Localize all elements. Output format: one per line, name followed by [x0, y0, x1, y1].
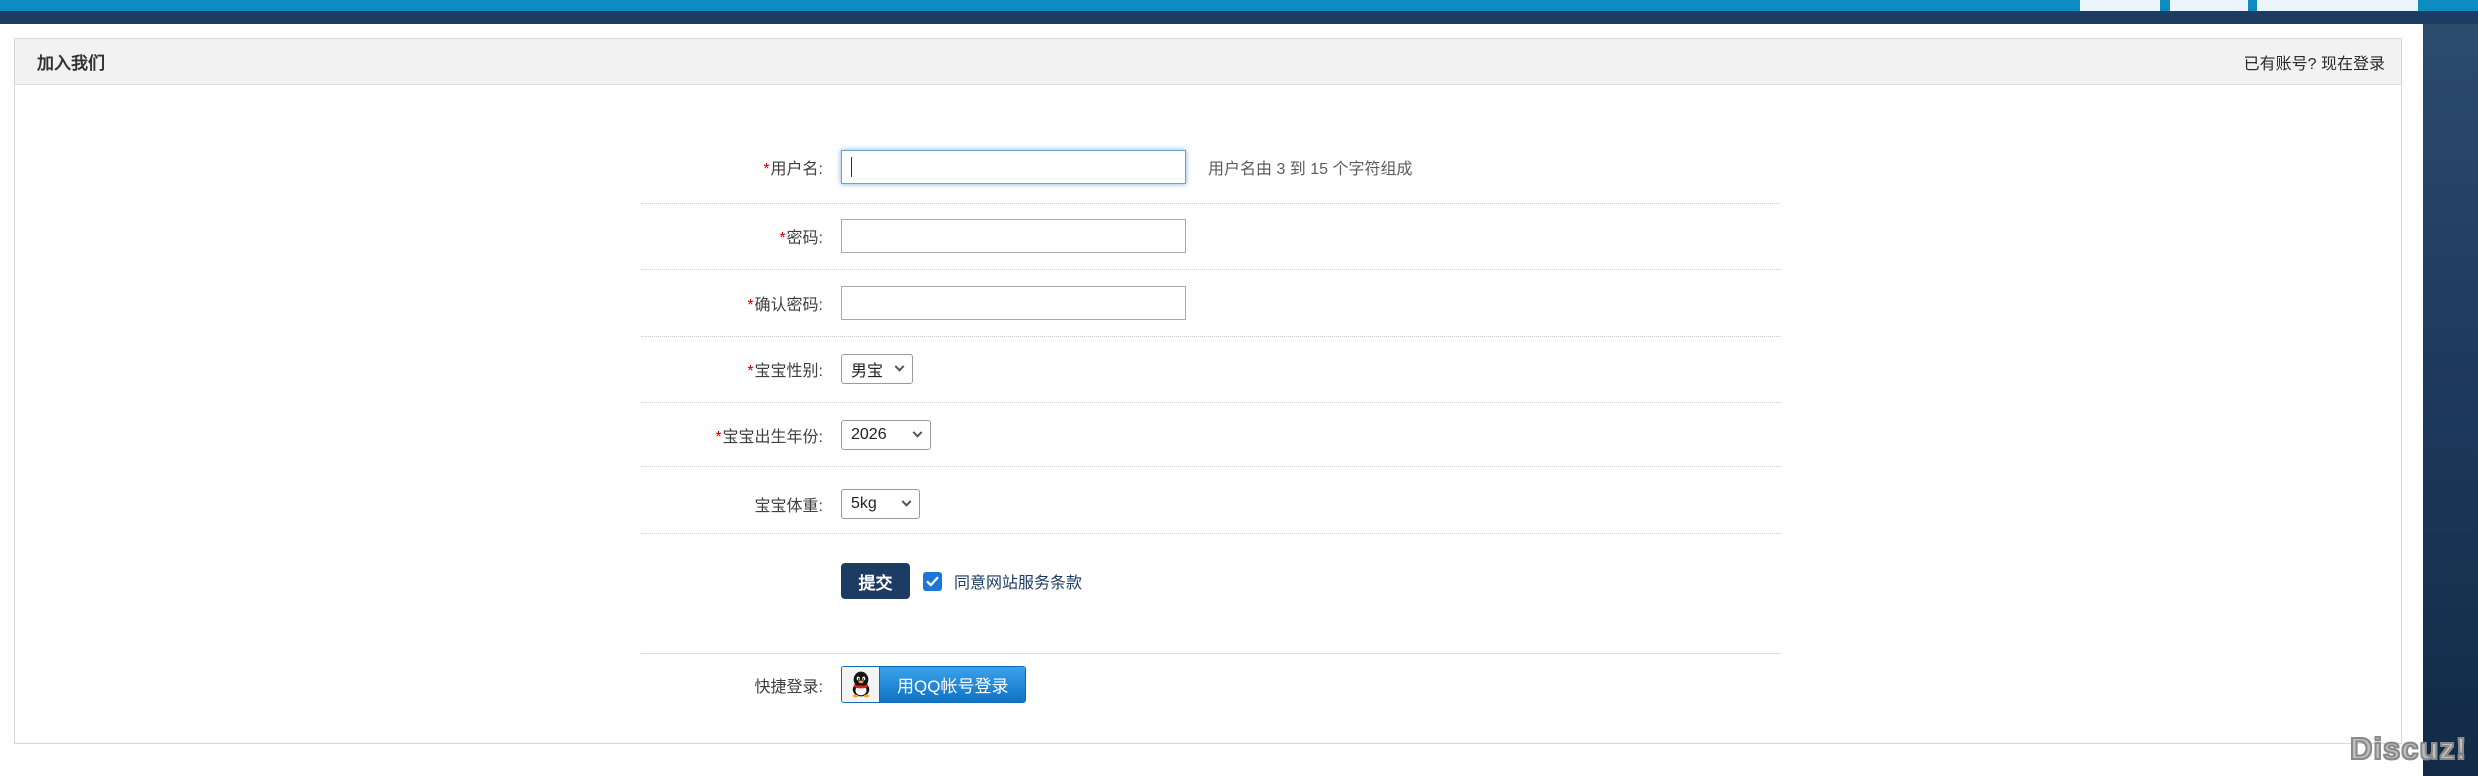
submit-button[interactable]: 提交 [841, 563, 910, 599]
page-title: 加入我们 [37, 54, 105, 73]
page-background-strip [2423, 24, 2478, 776]
login-now-link[interactable]: 现在登录 [2321, 50, 2385, 74]
required-mark: * [715, 429, 722, 446]
chevron-down-icon [901, 496, 912, 507]
quick-login-row: 快捷登录: 用QQ帐号登录 [641, 654, 1781, 703]
have-account-text: 已有账号? [2243, 56, 2321, 73]
text-caret [851, 157, 852, 177]
agree-checkbox[interactable] [923, 571, 942, 591]
required-mark: * [747, 363, 754, 380]
agree-terms-label[interactable]: 同意网站服务条款 [954, 569, 1082, 593]
baby-birth-year-select[interactable]: 2026 [841, 420, 931, 450]
nav-tab-1[interactable] [2080, 0, 2160, 11]
nav-tab-3[interactable] [2257, 0, 2418, 11]
registration-page: 加入我们 已有账号? 现在登录 *用户名: 用户名由 3 到 15 个字符组成 … [0, 0, 2478, 776]
baby-birth-year-value: 2026 [851, 426, 887, 443]
baby-gender-select[interactable]: 男宝 [841, 354, 913, 384]
baby-weight-select[interactable]: 5kg [841, 489, 920, 519]
baby-weight-row: 宝宝体重: 5kg [641, 467, 1781, 534]
baby-weight-label: 宝宝体重: [754, 498, 823, 515]
qq-penguin-icon [842, 667, 880, 702]
baby-gender-row: *宝宝性别: 男宝 [641, 337, 1781, 403]
baby-weight-value: 5kg [851, 495, 877, 512]
checkmark-icon [926, 576, 939, 586]
confirm-password-label: *确认密码: [747, 297, 823, 314]
baby-birth-year-label: *宝宝出生年份: [715, 429, 823, 446]
required-mark: * [763, 161, 770, 178]
login-prompt: 已有账号? 现在登录 [2244, 39, 2385, 85]
username-row: *用户名: 用户名由 3 到 15 个字符组成 [641, 131, 1781, 204]
username-input-wrap [841, 150, 1186, 184]
required-mark: * [747, 297, 754, 314]
submit-row: 提交 同意网站服务条款 [641, 534, 1781, 654]
password-label: *密码: [779, 230, 823, 247]
chevron-down-icon [912, 427, 923, 438]
baby-birth-year-row: *宝宝出生年份: 2026 [641, 403, 1781, 467]
baby-gender-label: *宝宝性别: [747, 363, 823, 380]
username-hint: 用户名由 3 到 15 个字符组成 [1208, 161, 1413, 178]
nav-tab-2[interactable] [2170, 0, 2248, 11]
username-label: *用户名: [763, 161, 823, 178]
register-form: *用户名: 用户名由 3 到 15 个字符组成 *密码: *确认密码: *宝宝性… [641, 131, 1781, 703]
panel-body: *用户名: 用户名由 3 到 15 个字符组成 *密码: *确认密码: *宝宝性… [15, 85, 2401, 743]
baby-gender-value: 男宝 [851, 363, 884, 380]
confirm-password-row: *确认密码: [641, 270, 1781, 337]
chevron-down-icon [894, 361, 905, 372]
password-input[interactable] [841, 219, 1186, 253]
required-mark: * [779, 230, 786, 247]
discuz-logo: Discuz! [2349, 730, 2468, 767]
top-nav-bar [0, 0, 2478, 11]
secondary-nav-bar [0, 11, 2478, 24]
qq-login-button-label: 用QQ帐号登录 [880, 667, 1026, 702]
password-row: *密码: [641, 204, 1781, 270]
qq-login-button[interactable]: 用QQ帐号登录 [841, 666, 1027, 703]
panel-header: 加入我们 已有账号? 现在登录 [15, 39, 2401, 85]
quick-login-label: 快捷登录: [754, 678, 823, 696]
confirm-password-input[interactable] [841, 286, 1186, 320]
register-panel: 加入我们 已有账号? 现在登录 *用户名: 用户名由 3 到 15 个字符组成 … [14, 38, 2402, 744]
username-input[interactable] [841, 150, 1186, 184]
